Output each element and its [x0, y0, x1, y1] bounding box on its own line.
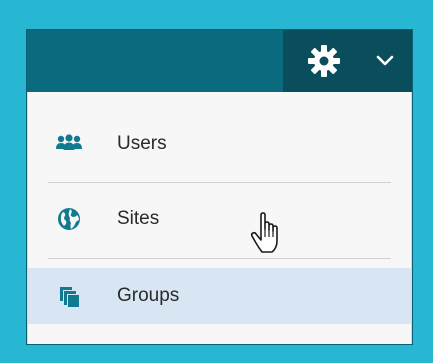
menu-item-sites[interactable]: Sites [28, 191, 411, 247]
header-bar [27, 30, 412, 92]
menu-item-groups[interactable]: Groups [28, 268, 411, 324]
settings-dropdown-menu: Users Sites Groups [27, 92, 412, 344]
menu-divider [48, 182, 391, 183]
chevron-down-icon [376, 55, 394, 66]
menu-divider [48, 258, 391, 259]
gear-icon [308, 45, 340, 77]
screenshot-frame: Users Sites Groups [0, 0, 433, 363]
menu-item-label: Sites [117, 208, 160, 229]
users-icon [56, 134, 82, 150]
menu-item-label: Users [117, 133, 167, 154]
admin-panel: Users Sites Groups [27, 30, 412, 344]
stacked-pages-icon [60, 287, 79, 307]
settings-dropdown-button[interactable] [283, 30, 412, 92]
globe-icon [58, 208, 80, 230]
menu-item-users[interactable]: Users [28, 116, 411, 172]
menu-item-label: Groups [117, 285, 180, 306]
